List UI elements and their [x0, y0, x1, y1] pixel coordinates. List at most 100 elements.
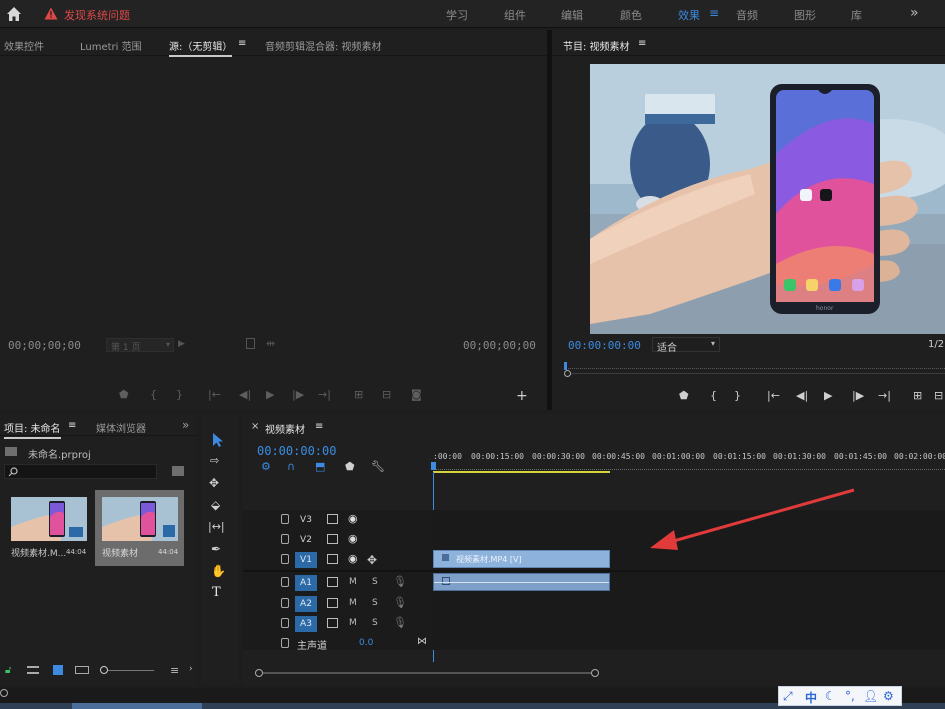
microphone-icon[interactable]: 🎙︎: [393, 575, 407, 588]
program-timecode[interactable]: 00:00:00:00: [568, 339, 641, 352]
workspace-assembly[interactable]: 组件: [504, 7, 526, 23]
track-label[interactable]: V2: [295, 532, 317, 548]
mute-button[interactable]: M: [349, 577, 357, 587]
tab-sequence[interactable]: 视频素材: [265, 421, 305, 436]
lock-icon[interactable]: [281, 618, 289, 628]
workspace-color[interactable]: 颜色: [620, 7, 642, 23]
track-label[interactable]: A1: [295, 575, 317, 591]
add-button-icon[interactable]: +: [516, 388, 528, 404]
tab-media-browser[interactable]: 媒体浏览器: [96, 420, 146, 435]
solo-button[interactable]: S: [372, 598, 378, 608]
hand-tool-icon[interactable]: ✋: [211, 564, 226, 578]
zoom-scrollbar[interactable]: [564, 373, 945, 374]
eye-icon[interactable]: ◉: [348, 532, 359, 545]
punctuation-icon[interactable]: °,: [845, 689, 855, 703]
tab-source[interactable]: 源:（无剪辑）: [169, 38, 233, 57]
icon-view-icon[interactable]: [53, 665, 63, 675]
tab-program[interactable]: 节目: 视频素材: [563, 38, 630, 53]
selection-tool-icon[interactable]: [211, 432, 225, 448]
freeform-view-icon[interactable]: [75, 666, 89, 674]
mark-in-icon[interactable]: {: [150, 388, 157, 401]
playback-resolution[interactable]: 1/2: [928, 339, 944, 350]
lock-icon[interactable]: [281, 598, 289, 608]
microphone-icon[interactable]: 🎙︎: [393, 596, 407, 609]
scroll-handle-left[interactable]: [255, 669, 263, 677]
timeline-menu-icon[interactable]: ≡: [315, 421, 323, 432]
slip-tool-icon[interactable]: |↔|: [208, 520, 225, 533]
tab-project[interactable]: 项目: 未命名: [4, 420, 61, 439]
zoom-scroll-handle[interactable]: [564, 370, 571, 377]
go-to-end-icon[interactable]: ⋈: [417, 636, 427, 647]
program-video-frame[interactable]: honor: [590, 64, 945, 334]
tab-effect-controls[interactable]: 效果控件: [4, 38, 44, 53]
lift-icon[interactable]: ⊞: [913, 389, 922, 402]
workspace-learning[interactable]: 学习: [446, 7, 468, 23]
video-clip[interactable]: 视频素材.MP4 [V]: [433, 550, 610, 568]
lock-icon[interactable]: [281, 577, 289, 587]
sort-icon[interactable]: ≡: [170, 664, 179, 677]
master-volume-value[interactable]: 0.0: [359, 638, 373, 648]
track-label[interactable]: V1: [295, 552, 317, 568]
marker-icon[interactable]: ⬟: [119, 388, 129, 401]
play-small-icon[interactable]: ▶: [178, 339, 185, 349]
mute-button[interactable]: M: [349, 598, 357, 608]
timeline-timecode[interactable]: 00:00:00:00: [257, 444, 336, 458]
project-panel-menu-icon[interactable]: ≡: [68, 420, 76, 431]
lock-icon[interactable]: 🔓︎: [5, 665, 11, 676]
go-to-in-icon[interactable]: |←: [767, 389, 780, 402]
track-label[interactable]: A3: [295, 616, 317, 632]
export-frame-icon[interactable]: [246, 338, 255, 349]
mark-out-icon[interactable]: }: [734, 389, 741, 402]
pen-tool-icon[interactable]: ✒: [211, 542, 221, 556]
solo-button[interactable]: S: [372, 618, 378, 628]
mark-in-icon[interactable]: {: [710, 389, 717, 402]
source-panel-menu-icon[interactable]: ≡: [238, 38, 246, 49]
new-bin-icon[interactable]: [172, 466, 184, 476]
workspace-effects[interactable]: 效果: [678, 7, 700, 23]
tab-audio-clip-mixer[interactable]: 音频剪辑混合器: 视频素材: [265, 38, 382, 53]
ime-language-toggle[interactable]: 中: [805, 689, 817, 706]
lock-icon[interactable]: [281, 514, 289, 524]
lock-icon[interactable]: [281, 554, 289, 564]
program-scrub-ruler[interactable]: [564, 360, 945, 372]
source-timecode-in[interactable]: 00;00;00;00: [8, 339, 81, 352]
warning-icon[interactable]: [44, 7, 58, 20]
track-label[interactable]: V3: [295, 512, 317, 528]
sync-lock-icon[interactable]: [327, 534, 338, 544]
eye-icon[interactable]: ◉: [348, 512, 359, 525]
insert-icon[interactable]: ⊞: [354, 388, 363, 401]
marker-icon[interactable]: ⬟: [679, 389, 689, 402]
program-panel-menu-icon[interactable]: ≡: [638, 38, 646, 49]
snap-magnet-icon[interactable]: ∩: [287, 460, 295, 473]
settings-small-icon[interactable]: ⇹: [266, 337, 275, 350]
step-forward-icon[interactable]: |▶: [852, 389, 864, 402]
tab-lumetri-scopes[interactable]: Lumetri 范围: [80, 38, 142, 53]
playhead-handle[interactable]: [431, 462, 436, 470]
zoom-slider[interactable]: [102, 670, 154, 671]
go-to-in-icon[interactable]: |←: [208, 388, 221, 401]
timeline-ruler[interactable]: :00:00 00:00:15:00 00:00:30:00 00:00:45:…: [431, 450, 945, 474]
taskbar-active[interactable]: [72, 703, 202, 709]
user-icon[interactable]: 👤︎: [863, 689, 878, 703]
linked-selection-icon[interactable]: ⬒: [315, 460, 325, 473]
sync-lock-icon[interactable]: [327, 554, 338, 564]
sync-lock-icon[interactable]: [327, 598, 338, 608]
system-issue-link[interactable]: 发现系统问题: [64, 7, 130, 23]
nest-icon[interactable]: ⚙: [261, 460, 271, 473]
microphone-icon[interactable]: 🎙︎: [393, 616, 407, 629]
mute-button[interactable]: M: [349, 618, 357, 628]
project-item[interactable]: 视频素材.M... 44:04: [4, 490, 92, 578]
more-workspaces-icon[interactable]: »: [910, 5, 919, 21]
sync-lock-icon[interactable]: [327, 618, 338, 628]
workspace-graphics[interactable]: 图形: [794, 7, 816, 23]
mark-out-icon[interactable]: }: [176, 388, 183, 401]
gear-icon[interactable]: ⚙: [883, 689, 894, 703]
step-back-icon[interactable]: ◀|: [796, 389, 808, 402]
sync-lock-icon[interactable]: [327, 577, 338, 587]
go-to-out-icon[interactable]: →|: [318, 388, 331, 401]
go-to-out-icon[interactable]: →|: [878, 389, 891, 402]
workspace-audio[interactable]: 音频: [736, 7, 758, 23]
zoom-fit-select[interactable]: 适合 ▾: [652, 337, 720, 354]
scroll-handle-right[interactable]: [591, 669, 599, 677]
timeline-horizontal-scrollbar[interactable]: [255, 669, 599, 677]
